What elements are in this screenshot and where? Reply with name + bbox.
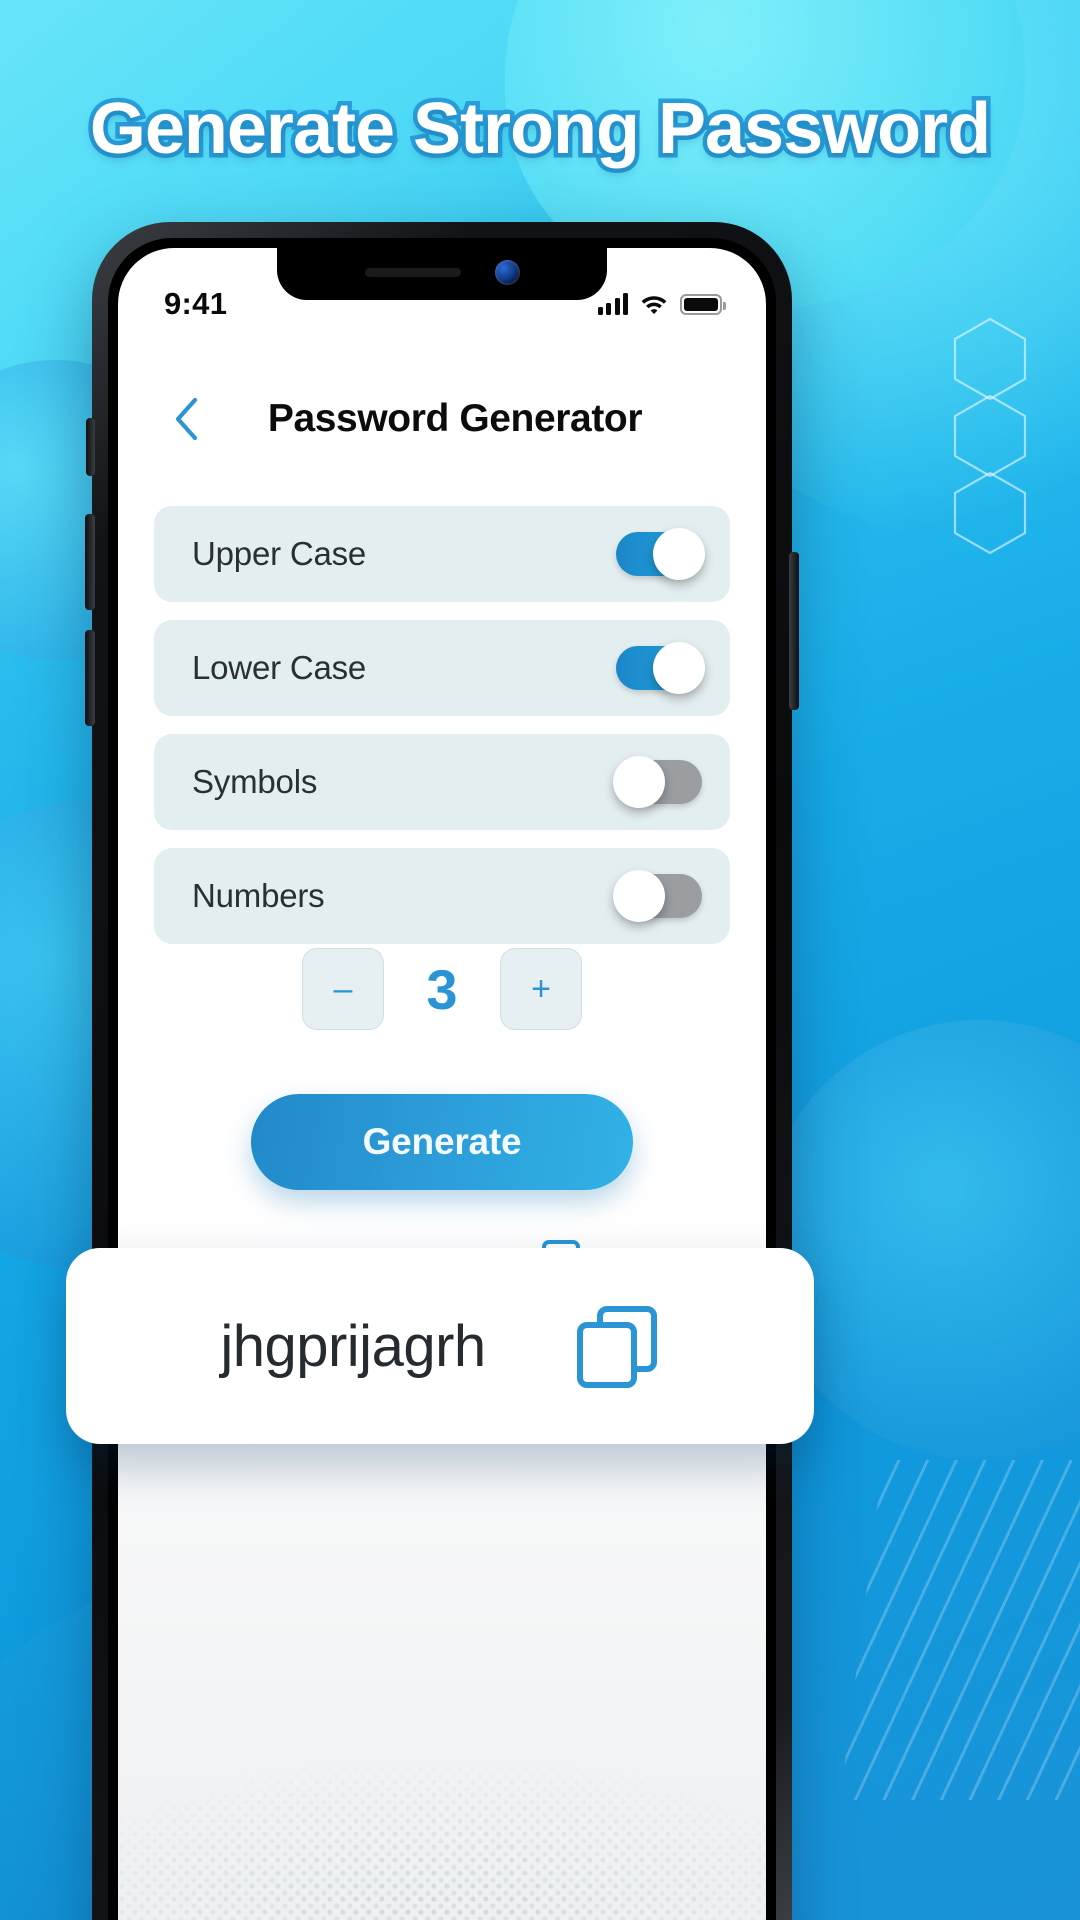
options-list: Upper Case Lower Case Symbols Numbers [118, 506, 766, 962]
hexagon-decoration [952, 316, 1038, 555]
signal-bars-icon [597, 293, 628, 315]
option-row-lower-case[interactable]: Lower Case [154, 620, 730, 716]
phone-mockup: 9:41 Password Generator Upper Case Lower… [85, 222, 799, 1920]
generate-button[interactable]: Generate [251, 1094, 633, 1190]
phone-screen: 9:41 Password Generator Upper Case Lower… [118, 248, 766, 1920]
toggle-knob [613, 870, 665, 922]
earpiece-speaker-icon [364, 267, 461, 277]
option-label-symbols: Symbols [192, 763, 318, 800]
increment-button[interactable]: + [500, 948, 582, 1030]
length-stepper: – 3 + [118, 948, 766, 1030]
generate-button-wrapper: Generate [118, 1094, 766, 1190]
phone-notch [277, 248, 607, 300]
option-row-numbers[interactable]: Numbers [154, 848, 730, 944]
phone-volume-down-button [85, 630, 95, 726]
page-title: Password Generator [267, 397, 643, 440]
toggle-upper-case[interactable] [616, 528, 705, 580]
copy-icon [576, 1306, 657, 1388]
option-row-symbols[interactable]: Symbols [154, 734, 730, 830]
option-row-upper-case[interactable]: Upper Case [154, 506, 730, 602]
option-label-lower-case: Lower Case [192, 649, 367, 686]
overlay-password-text: jhgprijagrh [220, 1313, 486, 1379]
toggle-knob [653, 528, 705, 580]
toggle-knob [613, 756, 665, 808]
option-label-upper-case: Upper Case [192, 535, 367, 572]
password-result-card: jhgprijagrh [66, 1248, 814, 1444]
phone-power-button [789, 552, 799, 710]
overlay-copy-button[interactable] [574, 1303, 660, 1389]
phone-volume-up-button [85, 514, 95, 610]
wifi-icon [641, 296, 667, 314]
diagonal-lines-decoration [840, 1460, 1080, 1800]
toggle-numbers[interactable] [613, 870, 702, 922]
world-map-dots-decoration [118, 1682, 766, 1920]
app-header: Password Generator [118, 376, 766, 462]
length-value: 3 [426, 957, 458, 1021]
status-bar-time: 9:41 [164, 286, 228, 321]
phone-bezel: 9:41 Password Generator Upper Case Lower… [108, 238, 776, 1920]
toggle-knob [653, 642, 705, 694]
phone-mute-switch [86, 418, 95, 476]
battery-full-icon [680, 293, 726, 315]
option-label-numbers: Numbers [192, 877, 325, 914]
toggle-symbols[interactable] [613, 756, 702, 808]
status-bar-indicators [597, 293, 726, 315]
poster-headline: Generate Strong Password [85, 85, 995, 174]
decrement-button[interactable]: – [302, 948, 384, 1030]
toggle-lower-case[interactable] [616, 642, 705, 694]
front-camera-icon [494, 259, 520, 285]
